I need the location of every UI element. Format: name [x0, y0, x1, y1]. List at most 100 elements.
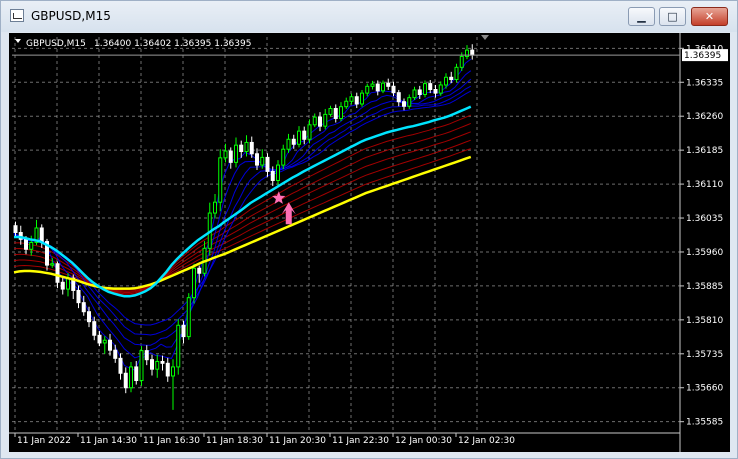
candle-body [223, 150, 228, 159]
time-label: 11 Jan 14:30 [80, 436, 137, 446]
candle-body [402, 101, 406, 107]
candle-body [192, 267, 196, 299]
candle-body [186, 297, 191, 338]
candle-body [239, 144, 244, 153]
candle-body [459, 55, 464, 68]
candle-body [255, 153, 259, 166]
blue-ribbon-line [13, 70, 472, 359]
candle-body [412, 89, 417, 99]
price-label: 1.35810 [686, 316, 723, 326]
candle-body [260, 156, 265, 166]
candle-body [50, 263, 55, 266]
candle-body [87, 311, 91, 323]
candle-body [123, 372, 128, 389]
candle-body [286, 138, 291, 150]
candle-body [108, 339, 112, 351]
candle-body [449, 76, 454, 81]
candle-body [118, 357, 123, 374]
minimize-button[interactable]: ▁ [628, 7, 655, 26]
price-label: 1.35960 [686, 248, 723, 258]
candle-body [365, 85, 370, 94]
candle-body [150, 359, 154, 370]
candle-body [181, 324, 186, 338]
candle-body [13, 225, 18, 234]
candle-body [454, 66, 459, 81]
candle-body [144, 350, 149, 361]
chart-menu-triangle-icon[interactable] [15, 39, 21, 43]
candle-body [171, 366, 175, 377]
candle-body [129, 366, 133, 389]
chart-canvas[interactable]: 1.364101.363351.362601.361851.361101.360… [9, 33, 730, 452]
candle-body [302, 130, 307, 140]
candle-body [160, 360, 165, 364]
time-label: 11 Jan 22:30 [332, 436, 389, 446]
price-label: 1.36035 [686, 214, 723, 224]
candle-body [270, 170, 275, 181]
candle-body [307, 124, 312, 140]
candle-body [97, 334, 102, 344]
candle-body [328, 108, 333, 115]
candle-body [444, 76, 448, 86]
time-label: 11 Jan 20:30 [269, 436, 326, 446]
price-label: 1.36260 [686, 112, 723, 122]
candle-body [228, 150, 233, 163]
symbol-timeframe-label: GBPUSD,M15 [26, 39, 86, 49]
candle-body [438, 84, 443, 94]
candle-body [333, 108, 338, 119]
candle-body [197, 267, 202, 274]
chart-header: GBPUSD,M15 1.36400 1.36402 1.36395 1.363… [15, 39, 251, 49]
candle-body [234, 144, 238, 163]
chart-window: GBPUSD,M15 ▁ □ ✕ 1.364101.363351.362601.… [0, 0, 738, 459]
candle-body [24, 238, 28, 250]
candle-body [102, 339, 107, 344]
candle-body [417, 89, 422, 95]
fast-moving-average [14, 105, 472, 298]
candle-body [276, 164, 280, 181]
candle-body [297, 130, 301, 145]
chart-window-icon [10, 9, 24, 22]
candle-body [66, 277, 70, 290]
candle-body [370, 83, 375, 87]
time-label: 11 Jan 2022 [17, 436, 71, 446]
candle-body [92, 321, 97, 336]
candle-body [354, 96, 359, 105]
candle-body [76, 289, 81, 304]
price-label: 1.35735 [686, 350, 723, 360]
candle-body [344, 100, 349, 108]
price-chart[interactable]: 1.364101.363351.362601.361851.361101.360… [9, 33, 730, 452]
price-label: 1.36110 [686, 180, 723, 190]
red-ribbon-line [13, 148, 471, 291]
maximize-button[interactable]: □ [659, 7, 686, 26]
candle-body [433, 88, 438, 94]
candle-body [407, 97, 412, 107]
title-bar[interactable]: GBPUSD,M15 ▁ □ ✕ [1, 1, 737, 32]
close-button[interactable]: ✕ [691, 7, 728, 26]
candle-body [386, 82, 391, 87]
candle-body [244, 141, 249, 153]
candle-body [396, 92, 401, 103]
candle-body [249, 141, 254, 155]
candle-body [391, 85, 396, 94]
candle-body [323, 113, 328, 127]
chart-shift-marker-icon[interactable] [481, 35, 489, 40]
candle-body [291, 138, 296, 145]
candle-body [265, 156, 270, 172]
window-title: GBPUSD,M15 [31, 9, 111, 23]
price-label: 1.35585 [686, 418, 723, 428]
candle-body [134, 366, 139, 382]
candle-body [81, 302, 86, 313]
candle-body [428, 83, 433, 90]
price-label: 1.36335 [686, 78, 723, 88]
candle-body [176, 324, 181, 368]
price-label: 1.35885 [686, 282, 723, 292]
time-label: 11 Jan 18:30 [206, 436, 263, 446]
candle-body [339, 106, 343, 119]
candle-body [113, 349, 118, 359]
candle-body [423, 83, 427, 95]
candle-body [155, 360, 160, 370]
candle-body [29, 241, 34, 250]
time-label: 12 Jan 02:30 [458, 436, 515, 446]
candle-body [349, 96, 354, 102]
candle-body [55, 263, 60, 283]
ohlc-readout: 1.36400 1.36402 1.36395 1.36395 [94, 39, 251, 49]
